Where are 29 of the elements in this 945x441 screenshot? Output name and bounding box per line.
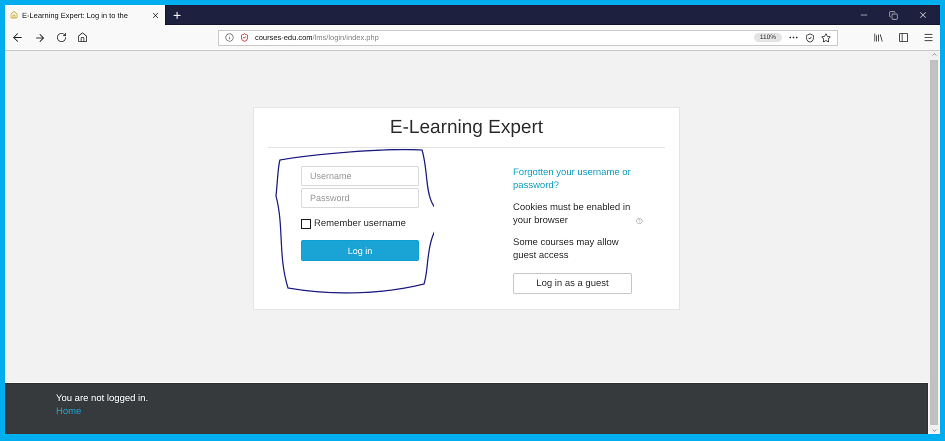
username-field[interactable]: Username bbox=[301, 166, 419, 186]
home-icon[interactable] bbox=[77, 32, 88, 43]
remember-checkbox[interactable] bbox=[301, 218, 311, 228]
scrollbar[interactable] bbox=[928, 51, 940, 434]
library-icon[interactable] bbox=[873, 32, 884, 43]
back-icon[interactable] bbox=[11, 31, 24, 44]
forward-icon[interactable] bbox=[34, 32, 46, 44]
site-icon bbox=[10, 11, 18, 19]
bookmark-star-icon[interactable] bbox=[821, 32, 831, 42]
scroll-down-icon[interactable] bbox=[930, 427, 938, 434]
reload-icon[interactable] bbox=[56, 32, 67, 43]
help-icon[interactable] bbox=[636, 216, 643, 226]
new-tab-button[interactable]: + bbox=[165, 5, 190, 25]
site-title: E-Learning Expert bbox=[268, 108, 665, 148]
guest-login-button[interactable]: Log in as a guest bbox=[513, 273, 632, 294]
close-icon[interactable] bbox=[918, 10, 928, 20]
guest-note: Some courses may allow guest access bbox=[513, 236, 620, 262]
home-link[interactable]: Home bbox=[56, 406, 877, 417]
login-status: You are not logged in. bbox=[56, 393, 150, 404]
remember-label: Remember username bbox=[314, 218, 406, 229]
menu-icon[interactable] bbox=[923, 32, 934, 43]
close-icon[interactable] bbox=[151, 10, 160, 20]
restore-icon[interactable] bbox=[889, 10, 898, 20]
cookies-note: Cookies must be enabled in your browser bbox=[513, 201, 630, 227]
sidebar-icon[interactable] bbox=[898, 32, 909, 43]
info-icon[interactable] bbox=[225, 33, 234, 42]
shield-icon bbox=[240, 33, 249, 42]
password-field[interactable]: Password bbox=[301, 188, 419, 208]
scroll-up-icon[interactable] bbox=[930, 51, 938, 58]
